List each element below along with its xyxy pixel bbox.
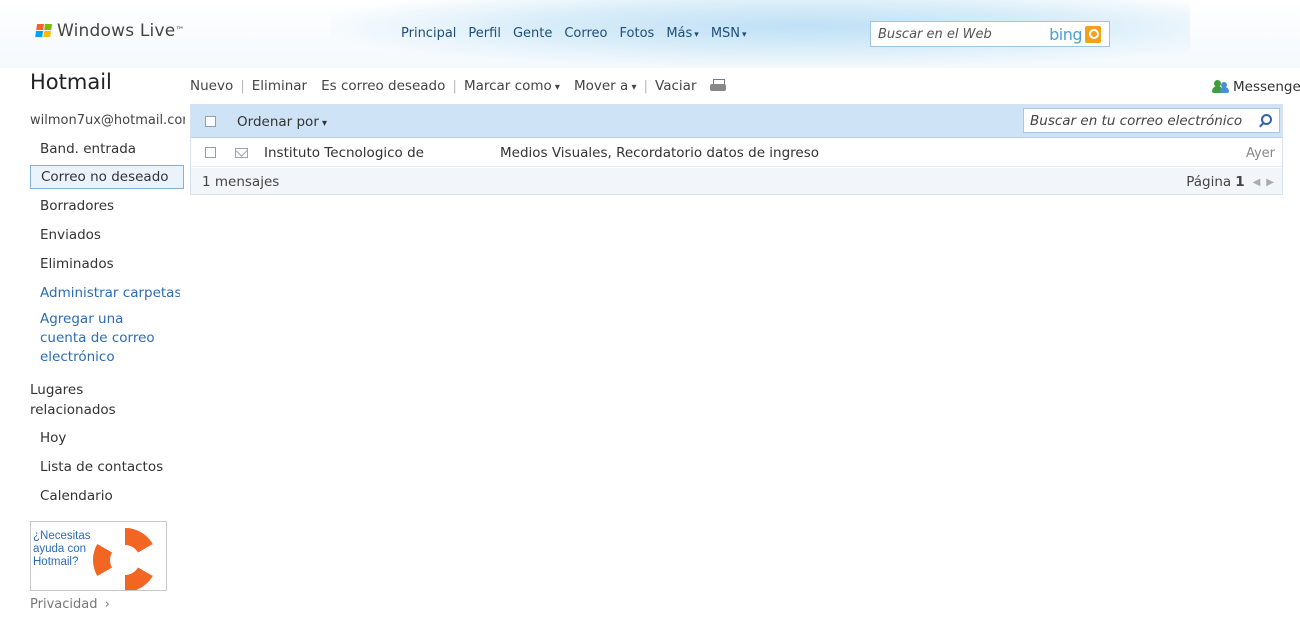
nav-gente[interactable]: Gente	[513, 26, 552, 41]
web-search-input[interactable]: Buscar en el Web bing	[870, 21, 1110, 47]
folder-junk[interactable]: Correo no deseado	[30, 165, 184, 189]
message-count: 1 mensajes	[202, 174, 280, 190]
account-email[interactable]: wilmon7ux@hotmail.com	[30, 113, 185, 128]
message-checkbox[interactable]	[205, 147, 216, 158]
folder-drafts[interactable]: Borradores	[40, 198, 114, 214]
messenger-buddies-icon	[1212, 80, 1230, 94]
toolbar-divider: |	[452, 78, 457, 94]
messenger-label: Messenger	[1233, 79, 1300, 95]
folder-inbox[interactable]: Band. entrada	[40, 141, 136, 157]
message-list-header: Ordenar por Buscar en tu correo electrón…	[191, 105, 1282, 138]
bing-logo: bing	[1049, 25, 1082, 44]
toolbar-divider: |	[643, 78, 649, 94]
page-label: Página	[1186, 174, 1232, 190]
windows-live-brand: Windows Live	[57, 21, 176, 41]
help-ad-banner[interactable]: ¿Necesitas ayuda con Hotmail?	[30, 521, 167, 591]
windows-live-logo[interactable]: Windows Live ™	[35, 21, 185, 41]
nav-correo[interactable]: Correo	[564, 26, 607, 41]
folder-deleted[interactable]: Eliminados	[40, 256, 114, 272]
related-calendar[interactable]: Calendario	[40, 488, 113, 504]
related-today[interactable]: Hoy	[40, 430, 66, 446]
nav-perfil[interactable]: Perfil	[468, 26, 501, 41]
message-subject[interactable]: Medios Visuales, Recordatorio datos de i…	[500, 145, 819, 161]
windows-flag-icon	[35, 23, 54, 39]
new-button[interactable]: Nuevo	[190, 78, 233, 94]
nav-fotos[interactable]: Fotos	[620, 26, 655, 41]
related-contacts[interactable]: Lista de contactos	[40, 459, 163, 475]
trademark-mark: ™	[175, 26, 185, 36]
manage-folders-link[interactable]: Administrar carpetas	[40, 285, 180, 301]
message-row[interactable]: Instituto Tecnologico de Medios Visuales…	[191, 139, 1282, 167]
top-nav: Principal Perfil Gente Correo Fotos Más …	[401, 26, 759, 41]
message-sender[interactable]: Instituto Tecnologico de	[264, 145, 424, 161]
hotmail-title[interactable]: Hotmail	[30, 70, 112, 94]
message-list: Ordenar por Buscar en tu correo electrón…	[190, 104, 1283, 195]
toolbar-divider: |	[240, 78, 245, 94]
mail-search-input[interactable]: Buscar en tu correo electrónico	[1023, 108, 1280, 133]
bing-search-button[interactable]: bing	[1049, 25, 1101, 44]
move-to-dropdown[interactable]: Mover a	[574, 78, 637, 94]
message-toolbar: Nuevo | Eliminar Es correo deseado | Mar…	[190, 78, 726, 94]
message-date: Ayer	[1245, 146, 1275, 161]
add-account-link[interactable]: Agregar una cuenta de correo electrónico	[40, 310, 172, 367]
next-page-icon[interactable]: ▶	[1266, 177, 1274, 188]
chevron-right-icon: ›	[104, 597, 110, 612]
select-all-checkbox[interactable]	[205, 116, 216, 127]
search-icon	[1085, 26, 1101, 43]
web-search-placeholder: Buscar en el Web	[878, 27, 992, 42]
privacy-link[interactable]: Privacidad ›	[30, 597, 110, 612]
related-places-heading: Lugares relacionados	[30, 382, 116, 418]
empty-button[interactable]: Vaciar	[655, 78, 696, 94]
mark-as-dropdown[interactable]: Marcar como	[464, 78, 560, 94]
nav-msn-dropdown[interactable]: MSN	[711, 26, 747, 41]
nav-principal[interactable]: Principal	[401, 26, 456, 41]
help-ad-text: ¿Necesitas ayuda con Hotmail?	[33, 530, 91, 568]
page-number: 1	[1235, 174, 1245, 190]
folder-sent[interactable]: Enviados	[40, 227, 101, 243]
sort-by-dropdown[interactable]: Ordenar por	[237, 114, 327, 130]
pagination: Página 1 ◀ ▶	[1186, 174, 1274, 190]
messenger-button[interactable]: Messenger	[1212, 79, 1300, 95]
privacy-label: Privacidad	[30, 597, 98, 612]
message-list-footer: 1 mensajes Página 1 ◀ ▶	[191, 168, 1282, 194]
printer-icon[interactable]	[709, 79, 726, 93]
previous-page-icon[interactable]: ◀	[1253, 177, 1261, 188]
nav-mas-dropdown[interactable]: Más	[666, 26, 699, 41]
search-icon[interactable]	[1261, 114, 1272, 125]
envelope-icon	[235, 148, 248, 158]
mail-search-placeholder: Buscar en tu correo electrónico	[1030, 113, 1243, 129]
junk-button[interactable]: Es correo deseado	[321, 78, 445, 94]
delete-button[interactable]: Eliminar	[252, 78, 307, 94]
